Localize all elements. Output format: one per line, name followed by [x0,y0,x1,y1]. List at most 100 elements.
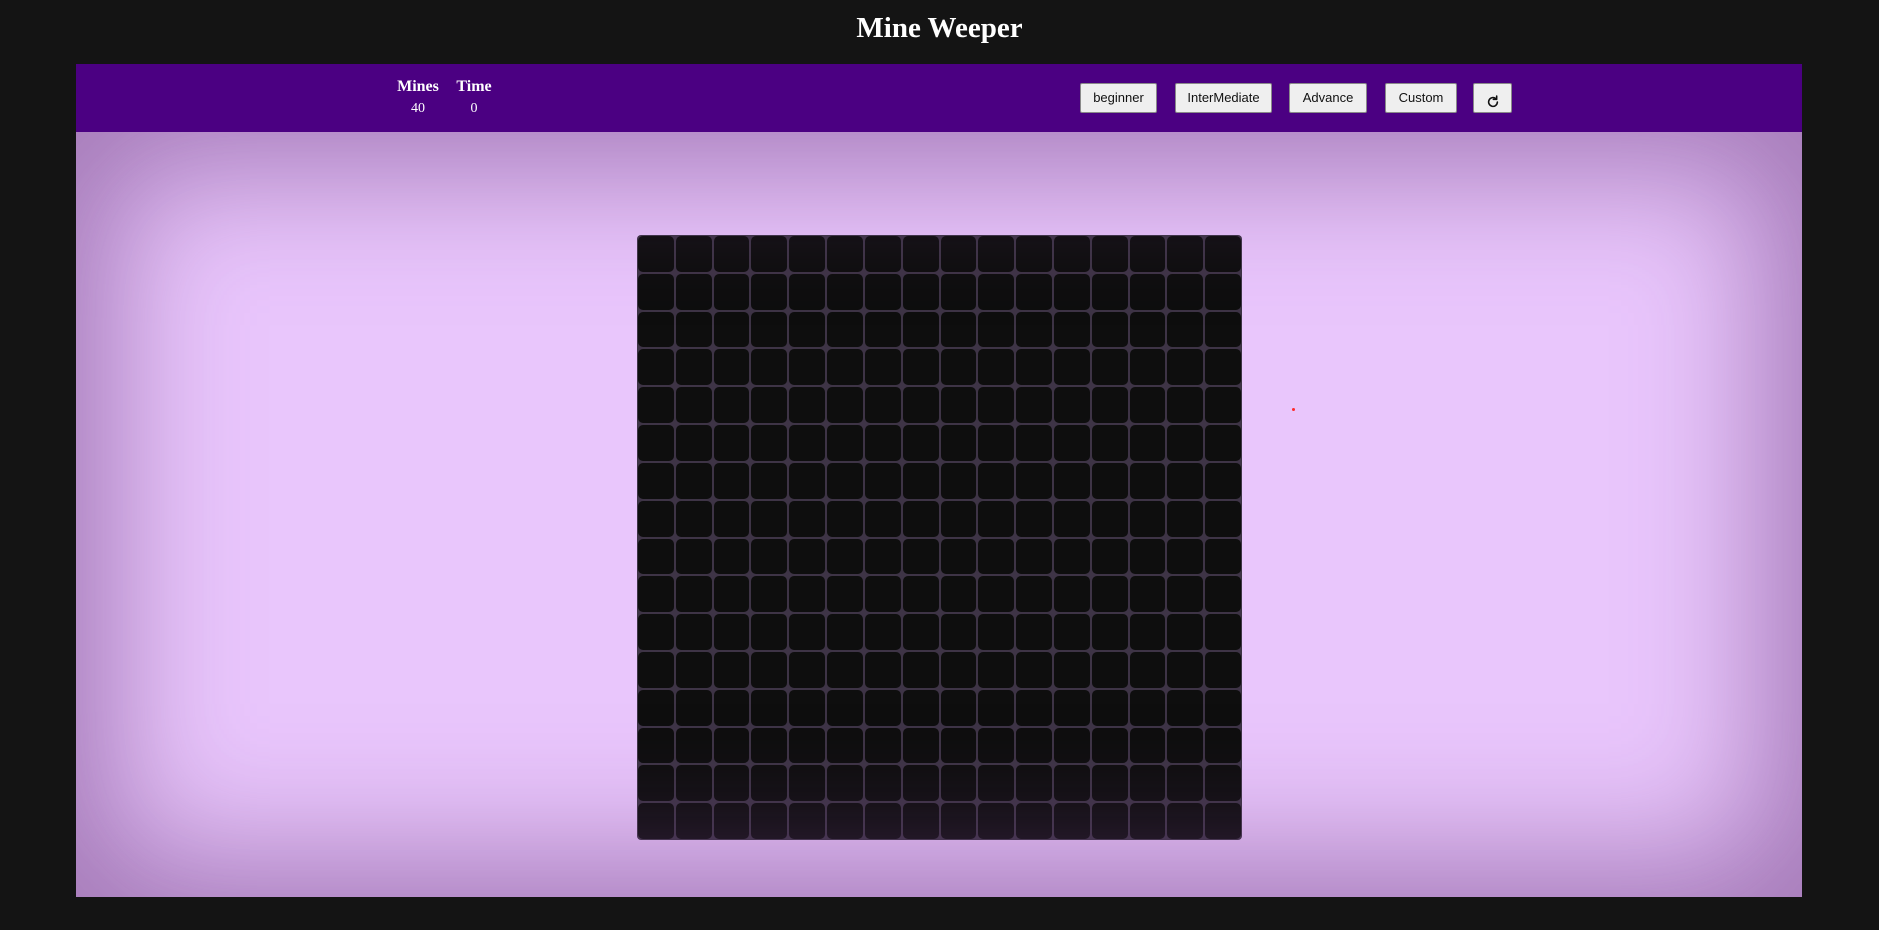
board-cell[interactable] [864,425,901,461]
board-cell[interactable] [1205,651,1241,688]
board-cell[interactable] [1205,311,1241,348]
board-cell[interactable] [638,425,674,461]
board-cell[interactable] [713,727,750,764]
board-cell[interactable] [1016,651,1052,688]
board-cell[interactable] [1129,803,1166,839]
board-cell[interactable] [1091,765,1128,802]
board-cell[interactable] [1205,803,1241,839]
board-cell[interactable] [1205,236,1241,272]
board-cell[interactable] [1167,500,1204,537]
board-cell[interactable] [675,765,712,802]
board-cell[interactable] [1167,576,1204,613]
board-cell[interactable] [902,462,939,499]
board-cell[interactable] [1205,425,1241,461]
advance-button[interactable]: Advance [1289,83,1367,113]
board-cell[interactable] [1016,689,1052,726]
board-cell[interactable] [1091,803,1128,839]
board-cell[interactable] [1129,273,1166,310]
board-cell[interactable] [1016,387,1052,424]
board-cell[interactable] [1205,614,1241,650]
board-cell[interactable] [713,765,750,802]
board-cell[interactable] [789,651,826,688]
board-cell[interactable] [940,803,977,839]
board-cell[interactable] [940,727,977,764]
board-cell[interactable] [1205,538,1241,575]
board-cell[interactable] [1167,425,1204,461]
board-cell[interactable] [1167,273,1204,310]
board-cell[interactable] [827,349,863,386]
board-cell[interactable] [1053,727,1090,764]
board-cell[interactable] [940,425,977,461]
board-cell[interactable] [940,387,977,424]
board-cell[interactable] [1053,614,1090,650]
board-cell[interactable] [713,387,750,424]
board-cell[interactable] [713,614,750,650]
board-cell[interactable] [1167,236,1204,272]
board-cell[interactable] [1129,651,1166,688]
board-cell[interactable] [713,311,750,348]
board-cell[interactable] [1205,462,1241,499]
board-cell[interactable] [978,689,1015,726]
board-cell[interactable] [789,614,826,650]
board-cell[interactable] [940,273,977,310]
custom-button[interactable]: Custom [1385,83,1457,113]
board-cell[interactable] [1016,273,1052,310]
board-cell[interactable] [751,727,788,764]
board-cell[interactable] [1016,236,1052,272]
board-cell[interactable] [978,651,1015,688]
board-cell[interactable] [675,236,712,272]
board-cell[interactable] [902,651,939,688]
board-cell[interactable] [978,311,1015,348]
board-cell[interactable] [902,500,939,537]
board-cell[interactable] [713,236,750,272]
board-cell[interactable] [789,462,826,499]
board-cell[interactable] [1129,727,1166,764]
board-cell[interactable] [827,614,863,650]
board-cell[interactable] [789,236,826,272]
board-cell[interactable] [638,236,674,272]
board-cell[interactable] [638,765,674,802]
board-cell[interactable] [864,614,901,650]
board-cell[interactable] [1016,500,1052,537]
board-cell[interactable] [789,765,826,802]
board-cell[interactable] [1053,462,1090,499]
board-cell[interactable] [864,500,901,537]
board-cell[interactable] [638,727,674,764]
board-cell[interactable] [713,462,750,499]
board-cell[interactable] [789,387,826,424]
board-cell[interactable] [751,576,788,613]
board-cell[interactable] [902,387,939,424]
board-cell[interactable] [675,387,712,424]
board-cell[interactable] [1091,576,1128,613]
board-cell[interactable] [1129,614,1166,650]
board-cell[interactable] [638,462,674,499]
board-cell[interactable] [1091,236,1128,272]
board-cell[interactable] [827,387,863,424]
board-cell[interactable] [789,425,826,461]
board-cell[interactable] [638,311,674,348]
board-cell[interactable] [978,576,1015,613]
board-cell[interactable] [940,236,977,272]
board-cell[interactable] [978,500,1015,537]
board-cell[interactable] [902,349,939,386]
board-cell[interactable] [638,614,674,650]
board-cell[interactable] [1016,425,1052,461]
board-cell[interactable] [864,462,901,499]
board-cell[interactable] [864,236,901,272]
board-cell[interactable] [1053,538,1090,575]
board-cell[interactable] [1205,500,1241,537]
board-cell[interactable] [940,538,977,575]
board-cell[interactable] [827,651,863,688]
board-cell[interactable] [751,349,788,386]
board-cell[interactable] [1129,576,1166,613]
board-cell[interactable] [864,727,901,764]
board-cell[interactable] [789,727,826,764]
board-cell[interactable] [675,425,712,461]
board-cell[interactable] [978,349,1015,386]
board-cell[interactable] [789,576,826,613]
board-cell[interactable] [902,614,939,650]
intermediate-button[interactable]: InterMediate [1175,83,1272,113]
board-cell[interactable] [1167,803,1204,839]
board-cell[interactable] [751,273,788,310]
board-cell[interactable] [789,689,826,726]
